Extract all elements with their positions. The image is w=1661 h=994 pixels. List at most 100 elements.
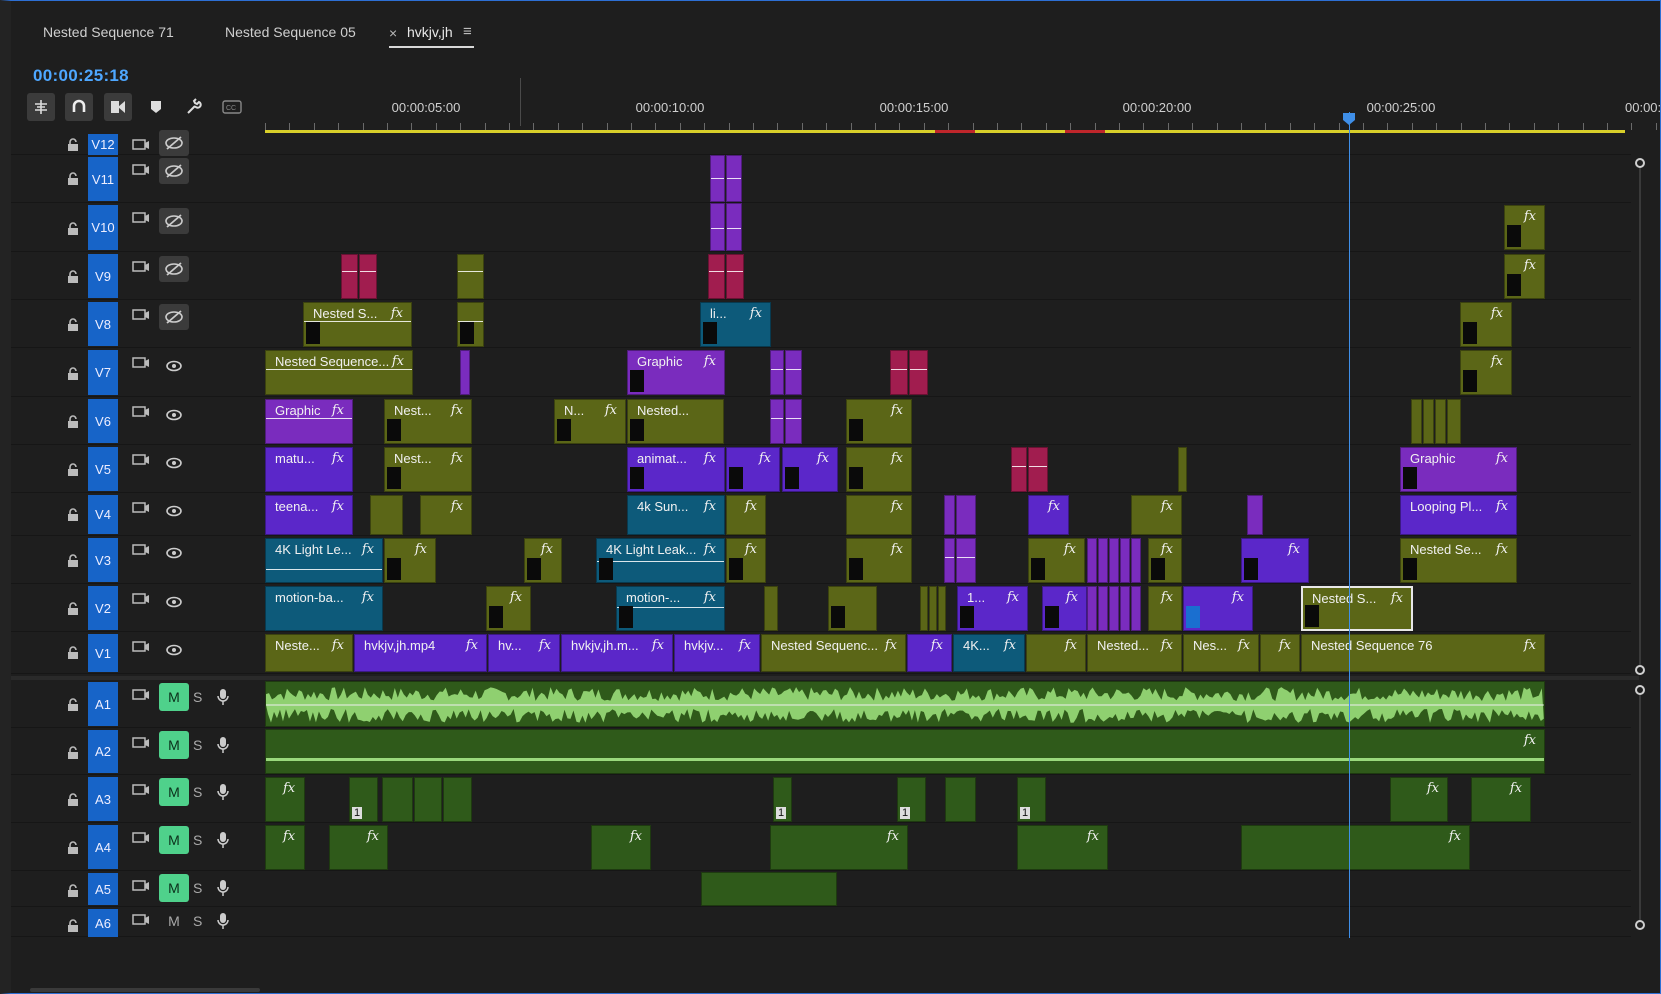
clip[interactable]: fx [420, 495, 472, 535]
track-output-toggle[interactable] [159, 256, 189, 282]
tab-nested-sequence-05[interactable]: Nested Sequence 05 [225, 24, 356, 40]
lock-icon[interactable] [66, 222, 80, 236]
clip[interactable] [956, 495, 976, 535]
eye-icon[interactable] [165, 505, 183, 517]
microphone-icon[interactable] [217, 831, 229, 849]
clip[interactable]: fx [1028, 495, 1069, 535]
audio-clip[interactable]: fx [591, 825, 651, 870]
eye-icon[interactable] [165, 457, 183, 469]
clip[interactable]: fx [1504, 205, 1545, 250]
track-label-a3[interactable]: A3 [88, 777, 118, 821]
track-output-toggle[interactable] [159, 158, 189, 184]
audio-clip[interactable] [265, 681, 1545, 727]
mute-button[interactable]: M [159, 874, 189, 902]
clip[interactable]: fx [846, 495, 912, 535]
clip[interactable] [460, 350, 470, 395]
lock-icon[interactable] [66, 646, 80, 660]
clip[interactable]: fx [726, 495, 766, 535]
track-label-v2[interactable]: V2 [88, 586, 118, 630]
track-label-v10[interactable]: V10 [88, 205, 118, 250]
clip[interactable] [770, 399, 784, 444]
clip[interactable]: 4K Light Leak... fx [596, 538, 725, 583]
clip[interactable] [370, 495, 403, 535]
clip[interactable]: N... fx [554, 399, 626, 444]
track-output-toggle[interactable] [159, 130, 189, 156]
clip[interactable] [726, 203, 742, 251]
clip[interactable] [944, 495, 955, 535]
sync-lock-icon[interactable] [132, 453, 150, 467]
audio-clip[interactable] [382, 777, 413, 822]
mute-button[interactable]: M [159, 731, 189, 759]
track-label-v6[interactable]: V6 [88, 399, 118, 443]
clip[interactable] [1423, 399, 1434, 444]
audio-clip[interactable] [701, 872, 837, 906]
clip[interactable]: fx [384, 538, 436, 583]
clip[interactable]: motion-ba... fx [265, 586, 383, 631]
track-label-v3[interactable]: V3 [88, 538, 118, 582]
clip[interactable]: hvkjv... fx [674, 634, 760, 672]
magnet-icon[interactable] [65, 93, 93, 121]
audio-clip[interactable]: 1 [773, 777, 792, 822]
clip[interactable]: fx [1148, 586, 1182, 631]
clip[interactable]: fx [1026, 634, 1086, 672]
sync-lock-icon[interactable] [132, 913, 150, 927]
eye-icon[interactable] [165, 409, 183, 421]
clip[interactable]: 4K... fx [953, 634, 1025, 672]
clip[interactable] [457, 302, 484, 347]
clip[interactable]: Nested... fx [1087, 634, 1182, 672]
clip[interactable]: fx [1460, 302, 1512, 347]
clip[interactable] [770, 350, 784, 395]
lock-icon[interactable] [66, 367, 80, 381]
clip[interactable] [956, 538, 976, 583]
lock-icon[interactable] [66, 554, 80, 568]
sync-lock-icon[interactable] [132, 356, 150, 370]
marker-icon[interactable] [142, 93, 170, 121]
clip[interactable] [1411, 399, 1422, 444]
clip[interactable]: 4k Sun... fx [627, 495, 725, 535]
audio-clip[interactable]: 1 [897, 777, 926, 822]
sync-lock-icon[interactable] [132, 831, 150, 845]
scroll-knob-top[interactable] [1635, 158, 1645, 168]
clip[interactable]: fx [726, 538, 766, 583]
clip[interactable] [1447, 399, 1461, 444]
clip[interactable]: fx [846, 538, 912, 583]
solo-button[interactable]: S [193, 689, 202, 705]
clip[interactable]: hvkjv,jh.mp4 fx [354, 634, 487, 672]
sync-lock-icon[interactable] [132, 592, 150, 606]
solo-button[interactable]: S [193, 880, 202, 896]
clip[interactable]: teena... fx [265, 495, 353, 535]
clip[interactable]: Graphic fx [627, 350, 725, 395]
clip[interactable]: Nest... fx [384, 399, 472, 444]
clip[interactable]: fx [524, 538, 562, 583]
audio-clip[interactable]: fx [1241, 825, 1470, 870]
clip[interactable]: fx [782, 447, 838, 492]
clip[interactable]: Looping Pl... fx [1400, 495, 1517, 535]
track-label-v4[interactable]: V4 [88, 495, 118, 534]
scroll-knob-top[interactable] [1635, 685, 1645, 695]
solo-button[interactable]: S [193, 784, 202, 800]
track-output-toggle[interactable] [159, 208, 189, 234]
clip[interactable] [920, 586, 928, 631]
clip[interactable] [1247, 495, 1263, 535]
audio-clip[interactable]: fx [1017, 825, 1108, 870]
track-label-v5[interactable]: V5 [88, 447, 118, 491]
sync-lock-icon[interactable] [132, 308, 150, 322]
clip[interactable] [909, 350, 928, 395]
clip[interactable] [726, 155, 742, 202]
clip[interactable]: Nest... fx [384, 447, 472, 492]
clip[interactable]: Nested Se... fx [1400, 538, 1517, 583]
audio-clip[interactable]: fx [265, 729, 1545, 774]
clip[interactable]: Nested... [627, 399, 724, 444]
clip[interactable]: fx [1504, 254, 1545, 299]
video-scrollbar[interactable] [1639, 168, 1641, 665]
clip[interactable] [785, 350, 802, 395]
sync-lock-icon[interactable] [132, 260, 150, 274]
eye-icon[interactable] [165, 360, 183, 372]
microphone-icon[interactable] [217, 912, 229, 930]
track-label-v8[interactable]: V8 [88, 302, 118, 346]
track-label-v11[interactable]: V11 [88, 157, 118, 201]
clip[interactable]: Nested S... fx [303, 302, 412, 347]
clip[interactable] [1098, 586, 1108, 631]
clip[interactable] [938, 586, 946, 631]
track-output-toggle[interactable] [159, 304, 189, 330]
